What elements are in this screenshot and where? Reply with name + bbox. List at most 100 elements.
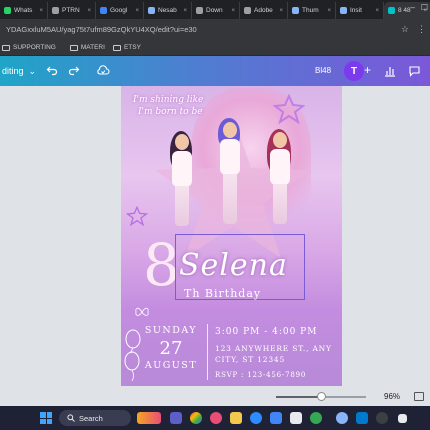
zoom-bar: 96% bbox=[0, 388, 430, 406]
divider-line bbox=[207, 324, 208, 380]
tray-icon[interactable] bbox=[398, 414, 407, 423]
close-icon[interactable]: × bbox=[183, 8, 187, 14]
rsvp-contact[interactable]: RSVP : 123-456-7890 bbox=[215, 371, 306, 379]
bookmark-materi[interactable]: MATERI bbox=[69, 44, 105, 51]
taskbar-search-label: Search bbox=[79, 413, 103, 423]
balloons-icon bbox=[124, 329, 141, 381]
address-bar-actions: ☆ ⋮ bbox=[401, 24, 426, 35]
chrome-icon[interactable] bbox=[190, 412, 202, 424]
event-address-line-2[interactable]: CITY, ST 12345 bbox=[215, 355, 285, 364]
tab-label: Whats bbox=[14, 7, 33, 14]
minimize-icon[interactable]: – bbox=[410, 3, 414, 12]
windows-start-icon[interactable] bbox=[40, 412, 52, 424]
browser-tab[interactable]: Whats × bbox=[0, 2, 48, 19]
browser-tab[interactable]: Googl × bbox=[96, 2, 144, 19]
zoom-percent[interactable]: 96% bbox=[384, 392, 400, 401]
url-field[interactable]: YDAGxxluM5AU/yag75t7ufm89GzQkYU4XQ/edit?… bbox=[6, 25, 197, 34]
tab-label: Adobe bbox=[254, 7, 273, 14]
tab-label: Googl bbox=[110, 7, 128, 14]
tagline-line-1: I'm shining like bbox=[133, 95, 204, 105]
event-address-line-1[interactable]: 123 ANYWHERE ST., ANY bbox=[215, 344, 332, 353]
address-bar: YDAGxxluM5AU/yag75t7ufm89GzQkYU4XQ/edit?… bbox=[0, 19, 430, 40]
close-icon[interactable]: × bbox=[279, 8, 283, 14]
app-icon[interactable] bbox=[310, 412, 322, 424]
zoom-slider-handle[interactable] bbox=[316, 392, 326, 401]
app-icon[interactable] bbox=[376, 412, 388, 424]
tab-favicon-icon bbox=[148, 7, 155, 14]
close-icon[interactable]: × bbox=[39, 8, 43, 14]
outline-star-icon bbox=[126, 206, 148, 226]
design-size-label[interactable]: Bl48 bbox=[315, 66, 331, 75]
edge-icon[interactable] bbox=[250, 412, 262, 424]
event-time[interactable]: 3:00 PM - 4:00 PM bbox=[215, 327, 317, 337]
folder-icon bbox=[112, 44, 121, 51]
browser-tab[interactable]: Adobe × bbox=[240, 2, 288, 19]
birthday-label[interactable]: Th Birthday bbox=[184, 287, 261, 300]
store-icon[interactable] bbox=[270, 412, 282, 424]
undo-icon[interactable] bbox=[46, 64, 58, 79]
invitation-design[interactable]: I'm shining like I'm born to be 8 Selena… bbox=[121, 86, 342, 386]
tab-list: Whats × PTRN × Googl × Nesab × Down × Adobe × Thum × I… bbox=[0, 2, 430, 19]
bookmark-etsy[interactable]: ETSY bbox=[112, 44, 141, 51]
close-icon[interactable]: × bbox=[231, 8, 235, 14]
app-icon[interactable] bbox=[290, 412, 302, 424]
app-icon[interactable] bbox=[336, 412, 348, 424]
analytics-icon[interactable] bbox=[384, 64, 396, 82]
tab-label: PTRN bbox=[62, 7, 80, 14]
browser-tab[interactable]: Nesab × bbox=[144, 2, 192, 19]
close-icon[interactable]: × bbox=[375, 8, 379, 14]
butterfly-icon bbox=[135, 307, 149, 316]
search-icon bbox=[67, 414, 75, 422]
close-icon[interactable]: × bbox=[87, 8, 91, 14]
outline-star-icon bbox=[273, 94, 305, 124]
browser-tab[interactable]: Down × bbox=[192, 2, 240, 19]
task-view-icon[interactable] bbox=[170, 412, 182, 424]
cloud-sync-icon[interactable] bbox=[96, 64, 110, 79]
editing-mode-label: diting bbox=[2, 66, 24, 76]
event-date-number: 27 bbox=[159, 338, 183, 359]
folder-icon bbox=[69, 44, 78, 51]
tab-favicon-icon bbox=[196, 7, 203, 14]
bookmark-supporting[interactable]: SUPPORTING bbox=[2, 44, 56, 51]
event-date[interactable]: SUNDAY 27 AUGUST bbox=[141, 325, 201, 371]
extensions-icon[interactable]: ⋮ bbox=[417, 24, 426, 35]
browser-tab[interactable]: PTRN × bbox=[48, 2, 96, 19]
tab-favicon-icon bbox=[388, 7, 395, 14]
comment-icon[interactable] bbox=[408, 64, 421, 82]
taskbar-widget-icon[interactable] bbox=[137, 412, 161, 424]
event-month: AUGUST bbox=[144, 360, 198, 371]
close-icon[interactable]: × bbox=[327, 8, 331, 14]
browser-tab[interactable]: Thum × bbox=[288, 2, 336, 19]
bookmark-star-icon[interactable]: ☆ bbox=[401, 24, 409, 35]
tab-favicon-icon bbox=[52, 7, 59, 14]
avatar[interactable]: T bbox=[344, 61, 364, 81]
maximize-icon[interactable]: ☐ bbox=[421, 3, 428, 12]
vscode-icon[interactable] bbox=[356, 412, 368, 424]
chevron-down-icon: ⌄ bbox=[28, 65, 37, 76]
redo-icon[interactable] bbox=[68, 64, 80, 79]
browser-tab-strip: Whats × PTRN × Googl × Nesab × Down × Adobe × Thum × I… bbox=[0, 0, 430, 19]
pages-icon[interactable] bbox=[414, 392, 424, 401]
tab-label: 8 48 bbox=[398, 7, 411, 14]
tab-favicon-icon bbox=[244, 7, 251, 14]
bookmarks-bar: SUPPORTING MATERI ETSY bbox=[0, 40, 430, 56]
editing-mode-button[interactable]: diting ⌄ bbox=[2, 66, 36, 77]
window-controls: – ☐ bbox=[410, 3, 428, 12]
tab-favicon-icon bbox=[100, 7, 107, 14]
tab-label: Nesab bbox=[158, 7, 177, 14]
tab-favicon-icon bbox=[340, 7, 347, 14]
zoom-slider[interactable] bbox=[276, 392, 366, 401]
close-icon[interactable]: × bbox=[135, 8, 139, 14]
bookmark-label: ETSY bbox=[123, 44, 141, 51]
browser-tab[interactable]: Insit × bbox=[336, 2, 384, 19]
tab-favicon-icon bbox=[292, 7, 299, 14]
birthday-name[interactable]: Selena bbox=[179, 250, 288, 282]
app-icon[interactable] bbox=[210, 412, 222, 424]
tagline-line-2: I'm born to be bbox=[138, 107, 203, 117]
file-explorer-icon[interactable] bbox=[230, 412, 242, 424]
taskbar-search[interactable]: Search bbox=[59, 410, 131, 426]
bookmark-label: SUPPORTING bbox=[13, 44, 56, 51]
folder-icon bbox=[2, 44, 10, 51]
plus-icon[interactable]: + bbox=[364, 63, 371, 77]
tab-favicon-icon bbox=[4, 7, 11, 14]
